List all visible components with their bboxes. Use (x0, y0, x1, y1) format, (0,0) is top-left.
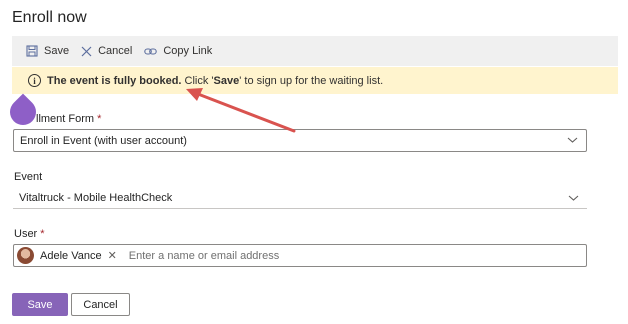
save-button[interactable]: Save (12, 293, 68, 316)
warning-banner: i The event is fully booked. Click ' Sav… (12, 67, 618, 94)
required-mark: * (97, 113, 102, 125)
info-icon: i (28, 74, 41, 87)
copy-link-label: Copy Link (163, 45, 213, 57)
user-label: User * (14, 228, 45, 240)
chevron-down-icon (567, 137, 578, 143)
banner-text-before: Click ' (181, 74, 214, 87)
cancel-toolbar-button[interactable]: Cancel (81, 45, 132, 57)
banner-save-word: Save (213, 74, 240, 87)
avatar (17, 247, 34, 264)
link-icon (144, 47, 158, 55)
required-mark: * (40, 228, 45, 240)
event-label: Event (14, 171, 43, 183)
enrollment-form-label-text: llment Form (36, 113, 95, 125)
cancel-icon (81, 46, 92, 56)
save-toolbar-label: Save (44, 45, 70, 57)
command-bar: Save Cancel Copy Link (12, 36, 618, 66)
user-search-input[interactable] (128, 249, 429, 262)
save-icon (26, 45, 38, 57)
user-picker[interactable]: Adele Vance ✕ (13, 244, 587, 267)
banner-bold-text: The event is fully booked. (47, 74, 182, 87)
enrollment-form-select[interactable]: Enroll in Event (with user account) (13, 129, 587, 152)
event-value: Vitaltruck - Mobile HealthCheck (19, 192, 173, 204)
selected-user-name: Adele Vance (40, 249, 102, 262)
banner-text-after: ' to sign up for the waiting list. (239, 74, 384, 87)
cancel-button[interactable]: Cancel (71, 293, 130, 316)
save-toolbar-button[interactable]: Save (26, 45, 69, 57)
page-title: Enroll now (12, 9, 87, 26)
cancel-toolbar-label: Cancel (98, 45, 133, 57)
remove-icon[interactable]: ✕ (108, 249, 117, 262)
chevron-down-icon (568, 195, 579, 201)
enrollment-form-label: llment Form * (36, 113, 101, 125)
selected-user-chip[interactable]: Adele Vance ✕ (17, 246, 129, 265)
copy-link-button[interactable]: Copy Link (144, 45, 212, 57)
event-select[interactable]: Vitaltruck - Mobile HealthCheck (13, 188, 587, 209)
enrollment-form-value: Enroll in Event (with user account) (20, 134, 187, 147)
user-label-text: User (14, 228, 38, 240)
